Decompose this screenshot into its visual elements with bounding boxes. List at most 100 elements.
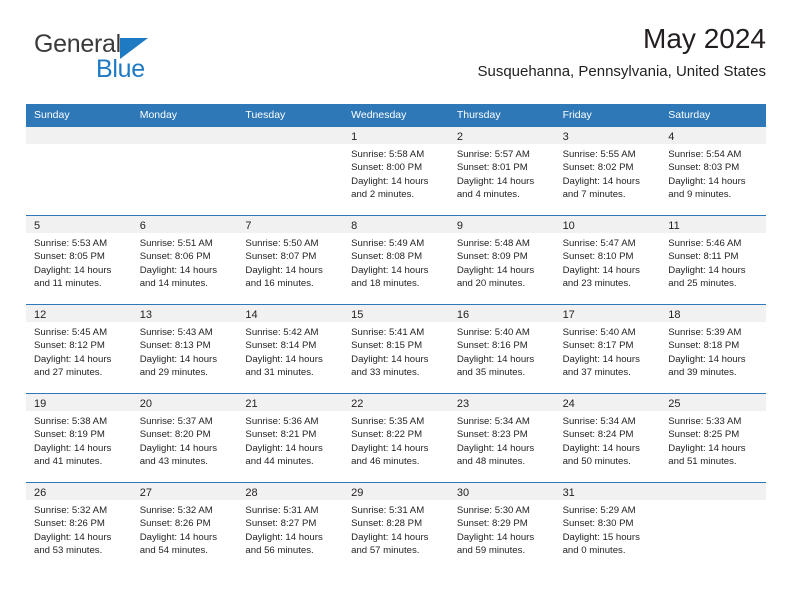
day-cell[interactable]: 25 Sunrise: 5:33 AM Sunset: 8:25 PM Dayligh… <box>660 394 766 482</box>
day-detail-line: and 11 minutes. <box>34 277 102 289</box>
day-cell[interactable]: 8 Sunrise: 5:49 AM Sunset: 8:08 PM Daylight… <box>343 216 449 304</box>
day-cell[interactable]: 2 Sunrise: 5:57 AM Sunset: 8:01 PM Daylight… <box>448 127 555 215</box>
day-details: Sunrise: 5:43 AM Sunset: 8:13 PM Daylight:… <box>132 322 238 379</box>
day-cell[interactable]: 20 Sunrise: 5:37 AM Sunset: 8:20 PM Dayligh… <box>131 394 238 482</box>
day-detail-line: Sunrise: 5:39 AM <box>668 327 742 338</box>
day-number: 20 <box>139 398 152 410</box>
day-cell[interactable]: 27 Sunrise: 5:32 AM Sunset: 8:26 PM Dayligh… <box>131 483 238 571</box>
day-detail-line: Daylight: 14 hours <box>351 442 429 454</box>
weekday-header-thursday: Thursday <box>456 109 501 121</box>
day-detail-line: Daylight: 14 hours <box>139 442 218 454</box>
day-cell[interactable]: 26 Sunrise: 5:32 AM Sunset: 8:26 PM Dayligh… <box>26 483 132 571</box>
day-number: 13 <box>139 309 152 321</box>
day-detail-line: Sunrise: 5:50 AM <box>245 238 319 249</box>
day-detail-line: Daylight: 14 hours <box>562 264 640 276</box>
day-detail-line: Sunset: 8:22 PM <box>351 429 423 441</box>
day-cell[interactable]: 18 Sunrise: 5:39 AM Sunset: 8:18 PM Dayligh… <box>660 305 766 393</box>
day-number-band: 2 <box>448 127 555 144</box>
calendar-grid: Sunday Monday Tuesday Wednesday Thursday Frid… <box>26 104 766 571</box>
day-number: 24 <box>562 398 575 410</box>
day-cell[interactable]: 10 Sunrise: 5:47 AM Sunset: 8:10 PM Dayligh… <box>554 216 661 304</box>
day-cell[interactable]: 24 Sunrise: 5:34 AM Sunset: 8:24 PM Dayligh… <box>554 394 661 482</box>
day-detail-line: Sunset: 8:13 PM <box>139 340 211 352</box>
day-detail-line: Sunset: 8:05 PM <box>34 251 105 263</box>
day-cell[interactable]: 13 Sunrise: 5:43 AM Sunset: 8:13 PM Dayligh… <box>131 305 238 393</box>
day-details: Sunrise: 5:29 AM Sunset: 8:30 PM Daylight:… <box>555 500 661 557</box>
day-cell[interactable]: 3 Sunrise: 5:55 AM Sunset: 8:02 PM Daylight… <box>554 127 661 215</box>
day-cell[interactable]: 22 Sunrise: 5:35 AM Sunset: 8:22 PM Dayligh… <box>343 394 449 482</box>
day-detail-line: Sunrise: 5:35 AM <box>351 416 425 427</box>
day-number-band: 18 <box>660 305 766 322</box>
day-details: Sunrise: 5:40 AM Sunset: 8:17 PM Daylight:… <box>555 322 661 379</box>
day-number: 19 <box>34 398 47 410</box>
day-cell[interactable]: 6 Sunrise: 5:51 AM Sunset: 8:06 PM Daylight… <box>131 216 238 304</box>
day-detail-line: and 16 minutes. <box>245 277 314 289</box>
day-detail-line: Sunrise: 5:40 AM <box>456 327 530 338</box>
day-detail-line: and 39 minutes. <box>668 366 737 378</box>
weekday-header-sunday: Sunday <box>34 109 70 121</box>
day-cell[interactable]: 7 Sunrise: 5:50 AM Sunset: 8:07 PM Daylight… <box>237 216 344 304</box>
day-cell[interactable]: 31 Sunrise: 5:29 AM Sunset: 8:30 PM Dayligh… <box>554 483 661 571</box>
weekday-header-saturday: Saturday <box>668 109 711 121</box>
day-cell[interactable]: 14 Sunrise: 5:42 AM Sunset: 8:14 PM Dayligh… <box>237 305 344 393</box>
day-detail-line: Daylight: 14 hours <box>245 353 323 365</box>
day-number: 14 <box>245 309 258 321</box>
day-cell[interactable]: 17 Sunrise: 5:40 AM Sunset: 8:17 PM Dayligh… <box>554 305 661 393</box>
day-detail-line: Sunset: 8:18 PM <box>668 340 740 352</box>
day-number-band: 27 <box>131 483 238 500</box>
day-details: Sunrise: 5:34 AM Sunset: 8:24 PM Daylight:… <box>555 411 661 468</box>
day-detail-line: Daylight: 14 hours <box>668 353 746 365</box>
title-block: May 2024 Susquehanna, Pennsylvania, Unit… <box>477 23 766 80</box>
day-cell[interactable]: 1 Sunrise: 5:58 AM Sunset: 8:00 PM Daylight… <box>343 127 449 215</box>
day-details: Sunrise: 5:42 AM Sunset: 8:14 PM Daylight:… <box>237 322 343 379</box>
day-cell[interactable]: 21 Sunrise: 5:36 AM Sunset: 8:21 PM Dayligh… <box>237 394 344 482</box>
day-detail-line: Sunrise: 5:57 AM <box>456 149 530 160</box>
calendar-week-row: 5 Sunrise: 5:53 AM Sunset: 8:05 PM Daylight… <box>26 215 766 304</box>
day-detail-line: Sunset: 8:02 PM <box>562 162 634 174</box>
day-detail-line: Sunrise: 5:53 AM <box>34 238 108 249</box>
day-details: Sunrise: 5:58 AM Sunset: 8:00 PM Daylight:… <box>343 144 449 201</box>
day-number-band: 23 <box>448 394 555 411</box>
day-number: 8 <box>351 220 358 232</box>
day-detail-line: and 57 minutes. <box>351 544 420 556</box>
logo-text-general: General <box>34 30 121 58</box>
day-cell[interactable]: 15 Sunrise: 5:41 AM Sunset: 8:15 PM Dayligh… <box>343 305 449 393</box>
day-detail-line: Sunset: 8:00 PM <box>351 162 423 174</box>
day-detail-line: Daylight: 14 hours <box>456 264 535 276</box>
day-cell[interactable]: 29 Sunrise: 5:31 AM Sunset: 8:28 PM Dayligh… <box>343 483 449 571</box>
day-detail-line: Daylight: 14 hours <box>562 175 640 187</box>
day-details: Sunrise: 5:50 AM Sunset: 8:07 PM Daylight:… <box>237 233 343 290</box>
day-cell[interactable]: 28 Sunrise: 5:31 AM Sunset: 8:27 PM Dayligh… <box>237 483 344 571</box>
day-detail-line: and 56 minutes. <box>245 544 314 556</box>
day-detail-line: Sunset: 8:06 PM <box>139 251 211 263</box>
day-detail-line: Sunset: 8:15 PM <box>351 340 423 352</box>
day-cell[interactable]: 9 Sunrise: 5:48 AM Sunset: 8:09 PM Daylight… <box>448 216 555 304</box>
day-number-band <box>26 127 132 144</box>
day-cell[interactable]: 11 Sunrise: 5:46 AM Sunset: 8:11 PM Dayligh… <box>660 216 766 304</box>
day-cell[interactable]: 5 Sunrise: 5:53 AM Sunset: 8:05 PM Daylight… <box>26 216 132 304</box>
day-detail-line: Daylight: 14 hours <box>34 531 112 543</box>
day-cell[interactable]: 12 Sunrise: 5:45 AM Sunset: 8:12 PM Dayligh… <box>26 305 132 393</box>
day-number: 6 <box>139 220 146 232</box>
day-detail-line: Sunset: 8:30 PM <box>562 518 634 530</box>
general-blue-logo[interactable]: General Blue <box>34 32 234 86</box>
day-number: 27 <box>139 487 152 499</box>
day-detail-line: Daylight: 14 hours <box>456 442 535 454</box>
day-cell[interactable]: 16 Sunrise: 5:40 AM Sunset: 8:16 PM Dayligh… <box>448 305 555 393</box>
day-number-band: 24 <box>554 394 661 411</box>
day-details: Sunrise: 5:32 AM Sunset: 8:26 PM Daylight:… <box>26 500 132 557</box>
day-number: 9 <box>456 220 463 232</box>
day-detail-line: and 18 minutes. <box>351 277 420 289</box>
day-cell[interactable]: 23 Sunrise: 5:34 AM Sunset: 8:23 PM Dayligh… <box>448 394 555 482</box>
day-detail-line: Daylight: 14 hours <box>351 353 429 365</box>
day-cell[interactable]: 4 Sunrise: 5:54 AM Sunset: 8:03 PM Daylight… <box>660 127 766 215</box>
day-detail-line: Daylight: 14 hours <box>34 264 112 276</box>
day-number: 7 <box>245 220 252 232</box>
day-number-band: 4 <box>660 127 766 144</box>
day-detail-line: Sunset: 8:24 PM <box>562 429 634 441</box>
day-detail-line: Daylight: 14 hours <box>245 442 323 454</box>
day-detail-line: Sunset: 8:01 PM <box>456 162 528 174</box>
day-cell[interactable]: 19 Sunrise: 5:38 AM Sunset: 8:19 PM Dayligh… <box>26 394 132 482</box>
day-cell[interactable]: 30 Sunrise: 5:30 AM Sunset: 8:29 PM Dayligh… <box>448 483 555 571</box>
day-detail-line: Daylight: 14 hours <box>456 353 535 365</box>
